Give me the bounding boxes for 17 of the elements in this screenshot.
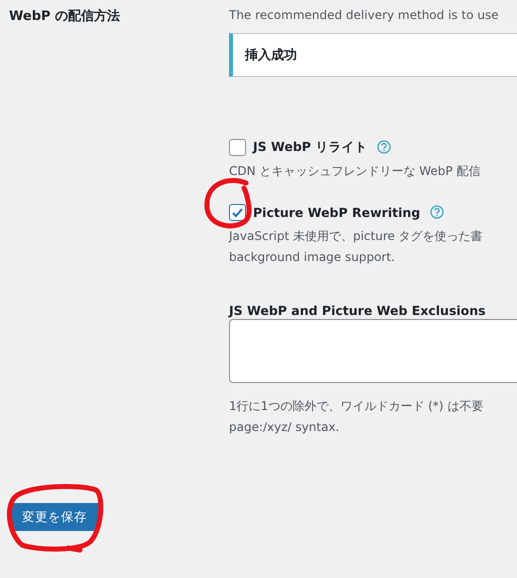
option-description: CDN とキャッシュフレンドリーな WebP 配信 xyxy=(229,163,482,180)
notice-text: 挿入成功 xyxy=(245,46,297,64)
option-description: JavaScript 未使用で、picture タグを使った書 xyxy=(229,228,484,245)
exclusions-field[interactable] xyxy=(229,319,517,383)
help-text: page:/xyz/ syntax. xyxy=(229,419,340,436)
checkbox[interactable] xyxy=(229,138,246,156)
option-label: Picture WebP Rewriting xyxy=(253,204,420,220)
intro-text: The recommended delivery method is to use xyxy=(229,7,500,24)
help-icon[interactable] xyxy=(377,140,392,154)
save-button[interactable]: 変更を保存 xyxy=(10,503,99,531)
checkbox[interactable] xyxy=(229,204,246,220)
help-icon[interactable] xyxy=(430,205,444,219)
field-label: JS WebP and Picture Web Exclusions xyxy=(229,302,487,319)
option-description: background image support. xyxy=(229,249,396,266)
help-text: 1行に1つの除外で、ワイルドカード (*) は不要 xyxy=(229,398,484,415)
option-label: JS WebP リライト xyxy=(253,138,368,156)
setting-label: WebP の配信方法 xyxy=(8,8,122,26)
